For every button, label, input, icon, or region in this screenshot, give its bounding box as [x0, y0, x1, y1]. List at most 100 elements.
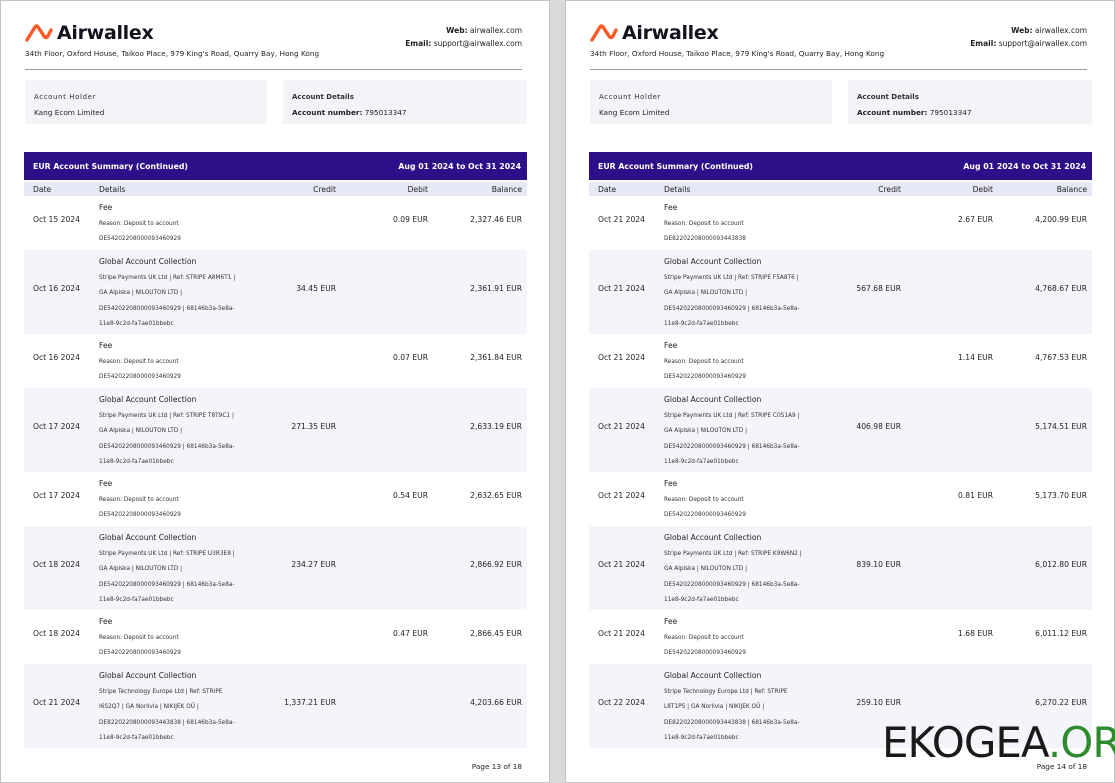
row-details-line: DE54202208000093460929	[664, 512, 746, 519]
web-link[interactable]: airwallex.com	[1035, 26, 1087, 35]
row-balance: 4,767.53 EUR	[1035, 353, 1087, 362]
row-balance: 2,632.65 EUR	[470, 491, 522, 500]
row-details: Global Account Collection Stripe Payments…	[664, 533, 814, 608]
row-credit: 1,337.21 EUR	[284, 698, 336, 707]
row-details: Global Account Collection Stripe Technolo…	[664, 671, 814, 746]
row-details-line: 11e8-9c2d-fa7ae01bbebc	[664, 734, 739, 741]
account-number: Account number: 795013347	[857, 108, 1083, 117]
row-details-line: DE54202208000093460929 | 68146b3a-5e8a-	[99, 305, 235, 312]
row-balance: 6,012.80 EUR	[1035, 560, 1087, 569]
row-details-line: DE54202208000093460929	[664, 374, 746, 381]
row-date: Oct 21 2024	[598, 629, 645, 638]
row-debit: 0.09 EUR	[393, 215, 428, 224]
row-details-title: Fee	[664, 479, 678, 488]
row-details-title: Global Account Collection	[99, 395, 197, 404]
row-details: Global Account Collection Stripe Payments…	[664, 257, 814, 332]
row-debit: 1.14 EUR	[958, 353, 993, 362]
airwallex-logo-icon	[590, 23, 618, 42]
account-number-label: Account number:	[857, 108, 928, 117]
column-credit: Credit	[313, 185, 336, 194]
table-row: Oct 16 2024 Global Account Collection Stri…	[24, 250, 527, 334]
table-row: Oct 16 2024 Fee Reason: Deposit to account…	[24, 334, 527, 388]
row-details-title: Global Account Collection	[99, 533, 197, 542]
row-balance: 2,361.84 EUR	[470, 353, 522, 362]
account-number-value: 795013347	[929, 108, 972, 117]
row-balance: 6,270.22 EUR	[1035, 698, 1087, 707]
transactions-table: Oct 21 2024 Fee Reason: Deposit to account…	[589, 196, 1092, 748]
row-details-line: Reason: Deposit to account	[664, 497, 744, 503]
row-date: Oct 17 2024	[33, 491, 80, 500]
row-details: Fee Reason: Deposit to account DE542022080…	[664, 341, 814, 386]
row-debit: 0.07 EUR	[393, 353, 428, 362]
row-details-line: Stripe Payments UK Ltd | Ref: STRIPE C0S…	[664, 413, 800, 419]
column-debit: Debit	[407, 185, 428, 194]
account-summary-header: EUR Account Summary (Continued) Aug 01 2…	[589, 152, 1092, 180]
table-row: Oct 15 2024 Fee Reason: Deposit to account…	[24, 196, 527, 250]
table-row: Oct 21 2024 Global Account Collection Stri…	[589, 526, 1092, 610]
row-details-line: DE54202208000093460929	[99, 650, 181, 657]
row-credit: 259.10 EUR	[856, 698, 901, 707]
watermark-tld: .ORG	[1047, 718, 1115, 767]
row-details-line: DE54202208000093460929	[99, 236, 181, 243]
contact-info: Web: airwallex.com Email: support@airwal…	[970, 25, 1087, 50]
table-row: Oct 21 2024 Global Account Collection Stri…	[589, 250, 1092, 334]
row-details-line: 11e8-9c2d-fa7ae01bbebc	[664, 458, 739, 465]
row-debit: 1.68 EUR	[958, 629, 993, 638]
row-credit: 839.10 EUR	[856, 560, 901, 569]
row-details-line: DE82202208000093443838 | 68146b3a-5e8a-	[99, 719, 235, 726]
transactions-table: Oct 15 2024 Fee Reason: Deposit to account…	[24, 196, 527, 748]
row-credit: 406.98 EUR	[856, 422, 901, 431]
row-details-line: Stripe Payments UK Ltd | Ref: STRIPE T8T…	[99, 413, 234, 419]
row-details-title: Fee	[664, 203, 678, 212]
table-column-header: Date Details Credit Debit Balance	[24, 182, 527, 196]
row-date: Oct 17 2024	[33, 422, 80, 431]
row-details: Fee Reason: Deposit to account DE542022080…	[664, 479, 814, 524]
row-details-line: Stripe Technology Europe Ltd | Ref: STRI…	[664, 689, 788, 695]
table-row: Oct 21 2024 Fee Reason: Deposit to account…	[589, 196, 1092, 250]
account-number-label: Account number:	[292, 108, 363, 117]
row-details-line: 11e8-9c2d-fa7ae01bbebc	[99, 734, 174, 741]
row-details: Fee Reason: Deposit to account DE822022080…	[664, 203, 814, 248]
email-link[interactable]: support@airwallex.com	[434, 39, 522, 48]
row-date: Oct 21 2024	[598, 284, 645, 293]
email-link[interactable]: support@airwallex.com	[999, 39, 1087, 48]
row-details-title: Fee	[664, 617, 678, 626]
table-row: Oct 21 2024 Fee Reason: Deposit to account…	[589, 472, 1092, 526]
email-label: Email:	[405, 38, 432, 48]
table-row: Oct 21 2024 Fee Reason: Deposit to account…	[589, 334, 1092, 388]
column-details: Details	[664, 185, 691, 194]
account-details-box: Account Details Account number: 79501334…	[283, 80, 527, 124]
summary-period: Aug 01 2024 to Oct 31 2024	[398, 161, 521, 171]
row-date: Oct 21 2024	[33, 698, 80, 707]
brand-name: Airwallex	[57, 22, 154, 44]
web-label: Web:	[446, 26, 468, 35]
row-balance: 2,633.19 EUR	[470, 422, 522, 431]
row-details-line: 11e8-9c2d-fa7ae01bbebc	[99, 320, 174, 327]
row-details-title: Fee	[99, 341, 113, 350]
row-date: Oct 21 2024	[598, 491, 645, 500]
row-details-line: L8T1P5 | GA Norlivia | NIKIJEK OÜ |	[664, 704, 765, 711]
row-details-line: Reason: Deposit to account	[99, 359, 179, 365]
row-details-title: Global Account Collection	[664, 533, 762, 542]
row-details-line: Reason: Deposit to account	[99, 497, 179, 503]
statement-page-13: Airwallex 34th Floor, Oxford House, Taik…	[0, 0, 550, 783]
row-details-line: DE54202208000093460929 | 68146b3a-5e8a-	[664, 305, 800, 312]
row-details-title: Fee	[99, 203, 113, 212]
column-balance: Balance	[491, 185, 522, 194]
row-details-line: Stripe Payments UK Ltd | Ref: STRIPE F5A…	[664, 275, 799, 281]
row-credit: 234.27 EUR	[291, 560, 336, 569]
row-date: Oct 22 2024	[598, 698, 645, 707]
row-details-line: DE54202208000093460929 | 68146b3a-5e8a-	[99, 443, 235, 450]
row-balance: 4,768.67 EUR	[1035, 284, 1087, 293]
row-details-line: Stripe Technology Europe Ltd | Ref: STRI…	[99, 689, 223, 695]
table-row: Oct 21 2024 Global Account Collection Stri…	[589, 388, 1092, 472]
brand-name: Airwallex	[622, 22, 719, 44]
row-date: Oct 21 2024	[598, 422, 645, 431]
row-debit: 0.47 EUR	[393, 629, 428, 638]
account-number: Account number: 795013347	[292, 108, 518, 117]
row-details-line: Stripe Payments UK Ltd | Ref: STRIPE A8M…	[99, 275, 236, 281]
row-details-line: Reason: Deposit to account	[99, 221, 179, 227]
web-link[interactable]: airwallex.com	[470, 26, 522, 35]
row-details: Global Account Collection Stripe Payments…	[99, 395, 249, 470]
row-details: Global Account Collection Stripe Payments…	[99, 257, 249, 332]
